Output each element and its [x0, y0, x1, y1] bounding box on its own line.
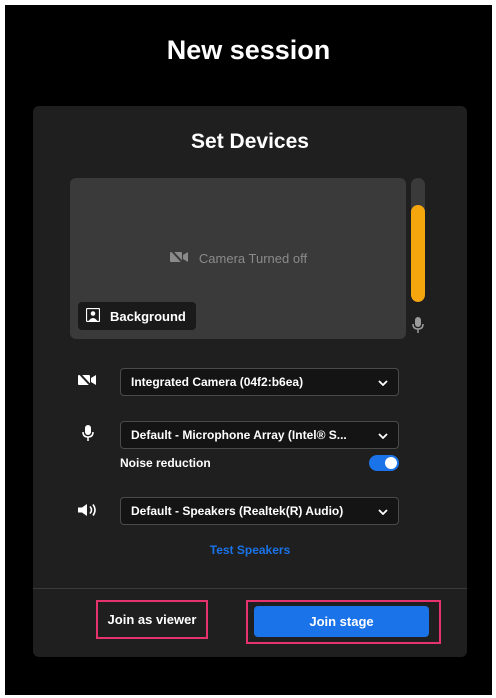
microphone-select[interactable]: Default - Microphone Array (Intel® S... [120, 421, 399, 449]
camera-select-value: Integrated Camera (04f2:b6ea) [131, 375, 304, 389]
noise-reduction-toggle[interactable] [369, 455, 399, 471]
page-title: New session [166, 35, 331, 65]
mic-level-fill [411, 205, 425, 302]
divider [33, 588, 467, 589]
noise-reduction-label: Noise reduction [120, 456, 211, 470]
session-window: New session Set Devices Camera Turned of… [5, 5, 492, 695]
microphone-select-value: Default - Microphone Array (Intel® S... [131, 428, 347, 442]
mic-level-meter [411, 178, 425, 302]
meter-microphone-icon [411, 316, 425, 339]
chevron-down-icon [378, 375, 388, 389]
speaker-icon [77, 503, 99, 522]
camera-status: Camera Turned off [70, 249, 406, 267]
camera-preview: Camera Turned off Background [70, 178, 406, 339]
speakers-select-value: Default - Speakers (Realtek(R) Audio) [131, 504, 344, 518]
camera-status-text: Camera Turned off [198, 251, 308, 266]
set-devices-panel: Set Devices Camera Turned off Background… [33, 106, 467, 657]
chevron-down-icon [378, 504, 388, 518]
background-button-label: Background [110, 308, 186, 324]
test-speakers-link[interactable]: Test Speakers [33, 543, 467, 557]
microphone-icon [81, 424, 95, 447]
background-button[interactable]: Background [78, 302, 196, 330]
camera-off-icon [77, 372, 97, 392]
join-as-viewer-button[interactable]: Join as viewer [96, 600, 208, 639]
speakers-select[interactable]: Default - Speakers (Realtek(R) Audio) [120, 497, 399, 525]
camera-off-icon [169, 249, 189, 267]
camera-select[interactable]: Integrated Camera (04f2:b6ea) [120, 368, 399, 396]
join-stage-button[interactable]: Join stage [254, 606, 429, 637]
background-icon [85, 307, 101, 325]
chevron-down-icon [378, 428, 388, 442]
toggle-knob [385, 457, 397, 469]
panel-title: Set Devices [191, 130, 309, 153]
